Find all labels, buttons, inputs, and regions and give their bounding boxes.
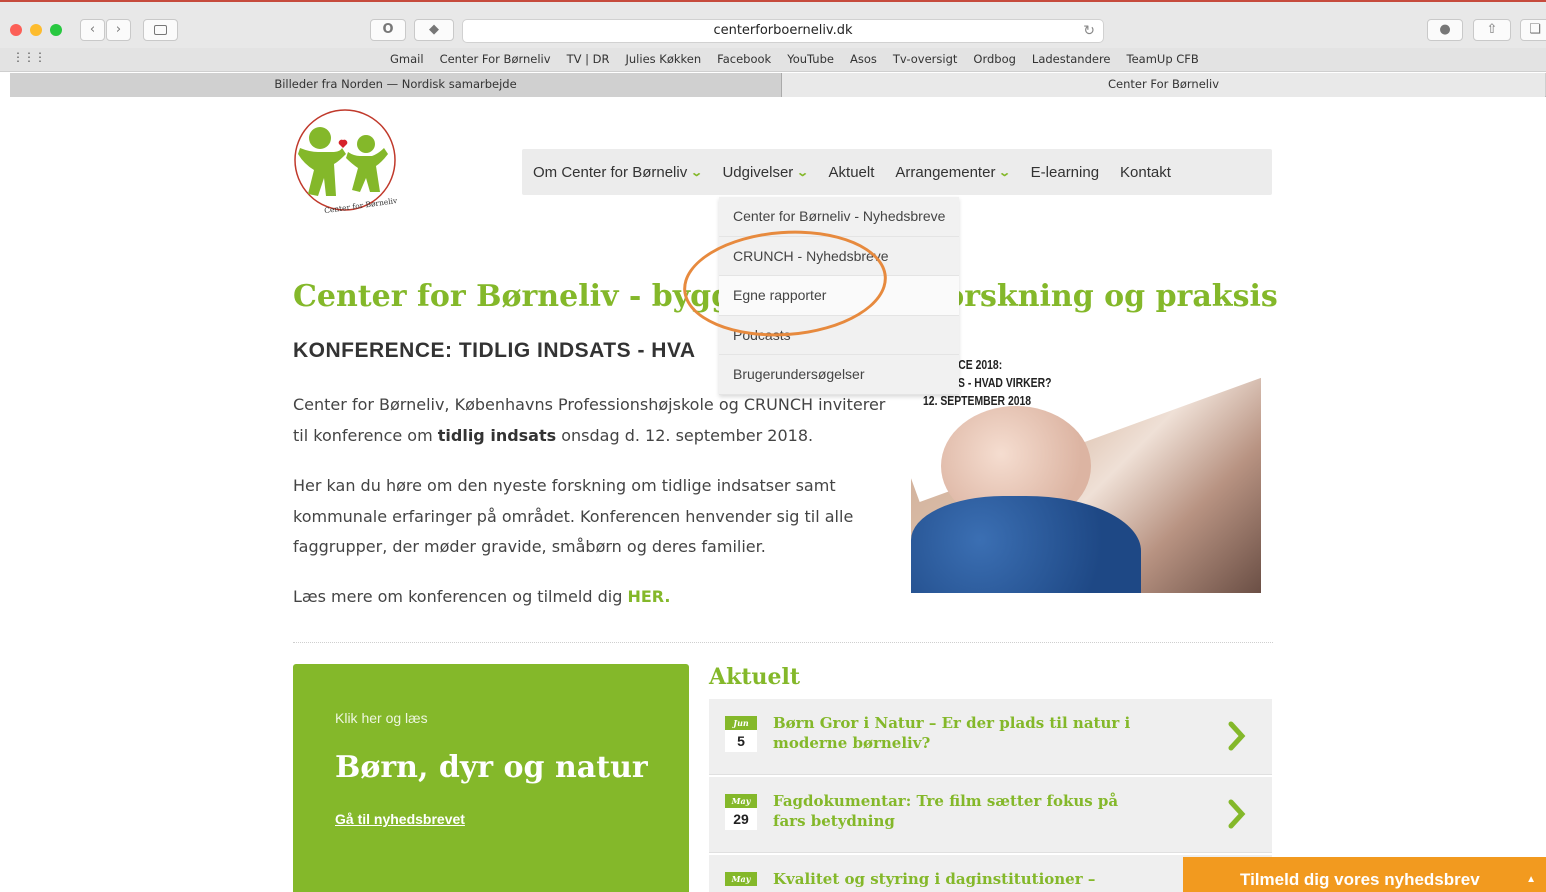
intro-bold: tidlig indsats <box>437 425 557 445</box>
logo-text: Center for Børneliv <box>324 196 399 215</box>
bookmark[interactable]: TV | DR <box>567 52 610 66</box>
reload-icon[interactable]: ↻ <box>1083 20 1095 42</box>
sidebar-icon <box>154 25 167 35</box>
bookmark[interactable]: Ladestandere <box>1032 52 1111 66</box>
news-title[interactable]: Fagdokumentar: Tre film sætter fokus på … <box>773 791 1143 831</box>
bookmark[interactable]: Facebook <box>717 52 771 66</box>
intro-text-end: onsdag d. 12. september 2018. <box>556 425 814 445</box>
forward-button[interactable]: › <box>106 19 131 41</box>
zoom-window-button[interactable] <box>50 24 62 36</box>
date-month: May <box>725 794 757 808</box>
conference-heading: KONFERENCE: TIDLIG INDSATS - HVA <box>293 339 696 362</box>
nav-label: Om Center for Børneliv <box>533 163 688 181</box>
extension-2-button[interactable]: ◆ <box>414 19 454 41</box>
dropdown-item-cfb-nyhedsbreve[interactable]: Center for Børneliv - Nyhedsbreve <box>719 197 959 237</box>
heart-icon <box>338 139 348 148</box>
chevron-right-icon[interactable] <box>1228 799 1246 829</box>
nav-item-elearning[interactable]: E-learning <box>1031 164 1099 181</box>
bookmark[interactable]: Gmail <box>390 52 424 66</box>
nav-label: Kontakt <box>1120 163 1171 181</box>
bookmark[interactable]: Ordbog <box>973 52 1016 66</box>
news-item[interactable]: Jun 5 Børn Gror i Natur – Er der plads t… <box>709 699 1272 775</box>
date-badge: May 29 <box>725 794 757 830</box>
date-month: Jun <box>725 716 757 730</box>
conference-image[interactable]: FERENCE 2018: NDSATS - HVAD VIRKER? 12. … <box>911 346 1261 593</box>
logo-figures <box>298 127 388 196</box>
aktuelt-heading: Aktuelt <box>709 664 800 690</box>
promo-title: Børn, dyr og natur <box>335 750 648 785</box>
date-badge: May <box>725 872 757 886</box>
close-window-button[interactable] <box>10 24 22 36</box>
chevron-down-icon: ⌄ <box>796 166 810 179</box>
share-button[interactable]: ⇧ <box>1473 19 1511 41</box>
browser-tab-inactive[interactable]: Billeder fra Norden — Nordisk samarbejde <box>10 73 782 97</box>
back-button[interactable]: ‹ <box>80 19 105 41</box>
promo-box[interactable]: Klik her og læs Børn, dyr og natur Gå ti… <box>293 664 689 892</box>
minimize-window-button[interactable] <box>30 24 42 36</box>
nav-item-arrangementer[interactable]: Arrangementer ⌄ <box>895 163 1012 181</box>
chevron-down-icon: ⌄ <box>690 166 704 179</box>
bookmarks-bar: ⋮⋮⋮ Gmail Center For Børneliv TV | DR Ju… <box>0 48 1546 72</box>
news-item[interactable]: May 29 Fagdokumentar: Tre film sætter fo… <box>709 777 1272 853</box>
site-logo[interactable]: Center for Børneliv <box>290 108 400 216</box>
nav-item-aktuelt[interactable]: Aktuelt <box>829 164 875 181</box>
browser-tab-active[interactable]: Center For Børneliv <box>782 73 1545 97</box>
address-bar[interactable]: centerforboerneliv.dk ↻ <box>462 19 1104 43</box>
bookmark[interactable]: Tv-oversigt <box>893 52 958 66</box>
news-title[interactable]: Børn Gror i Natur – Er der plads til nat… <box>773 713 1143 753</box>
date-day: 29 <box>725 808 757 830</box>
nav-item-udgivelser[interactable]: Udgivelser ⌄ <box>722 163 810 181</box>
bookmark[interactable]: Center For Børneliv <box>440 52 551 66</box>
blanket-shape <box>911 496 1141 593</box>
bookmark[interactable]: YouTube <box>787 52 834 66</box>
bookmark[interactable]: Asos <box>850 52 877 66</box>
promo-link[interactable]: Gå til nyhedsbrevet <box>335 811 465 827</box>
promo-kicker: Klik her og læs <box>335 710 428 726</box>
image-caption-3: 12. SEPTEMBER 2018 <box>923 393 1032 408</box>
signup-paragraph: Læs mere om konferencen og tilmeld dig H… <box>293 582 903 613</box>
date-day: 5 <box>725 730 757 752</box>
chevron-down-icon: ⌄ <box>998 166 1012 179</box>
browser-toolbar: ‹ › O ◆ centerforboerneliv.dk ↻ ● ⇧ ❏ <box>0 0 1546 48</box>
downloads-button[interactable]: ● <box>1427 19 1463 41</box>
tab-bar: Billeder fra Norden — Nordisk samarbejde… <box>10 73 1546 97</box>
intro-paragraph: Center for Børneliv, Københavns Professi… <box>293 390 903 451</box>
nav-label: Arrangementer <box>895 163 996 181</box>
tabs-overview-button[interactable]: ❏ <box>1520 19 1546 41</box>
bookmark[interactable]: TeamUp CFB <box>1127 52 1199 66</box>
signup-text: Læs mere om konferencen og tilmeld dig <box>293 587 628 606</box>
nav-item-kontakt[interactable]: Kontakt <box>1120 164 1171 181</box>
dropdown-item-brugerundersogelser[interactable]: Brugerundersøgelser <box>719 355 959 395</box>
extension-1-button[interactable]: O <box>370 19 406 41</box>
sidebar-toggle-button[interactable] <box>143 19 178 41</box>
caret-up-icon: ▲ <box>1526 874 1536 885</box>
news-title[interactable]: Kvalitet og styring i daginstitutioner –… <box>773 869 1143 892</box>
divider <box>293 642 1273 643</box>
main-nav: Om Center for Børneliv ⌄ Udgivelser ⌄ Ak… <box>522 149 1272 195</box>
nav-item-om[interactable]: Om Center for Børneliv ⌄ <box>533 163 704 181</box>
chevron-right-icon[interactable] <box>1228 721 1246 751</box>
url-text: centerforboerneliv.dk <box>713 23 853 38</box>
bookmark[interactable]: Julies Køkken <box>626 52 702 66</box>
date-badge: Jun 5 <box>725 716 757 752</box>
date-month: May <box>725 872 757 886</box>
grid-icon[interactable]: ⋮⋮⋮ <box>12 50 46 64</box>
nav-label: Udgivelser <box>722 163 794 181</box>
nav-label: E-learning <box>1030 163 1100 181</box>
signup-link[interactable]: HER. <box>627 587 670 606</box>
body-paragraph: Her kan du høre om den nyeste forskning … <box>293 476 854 556</box>
title-part-right: orskning og praksis <box>944 279 1278 314</box>
newsletter-label: Tilmeld dig vores nyhedsbrev <box>1240 870 1480 889</box>
newsletter-signup-bar[interactable]: Tilmeld dig vores nyhedsbrev ▲ <box>1183 857 1546 892</box>
nav-label: Aktuelt <box>828 163 875 181</box>
